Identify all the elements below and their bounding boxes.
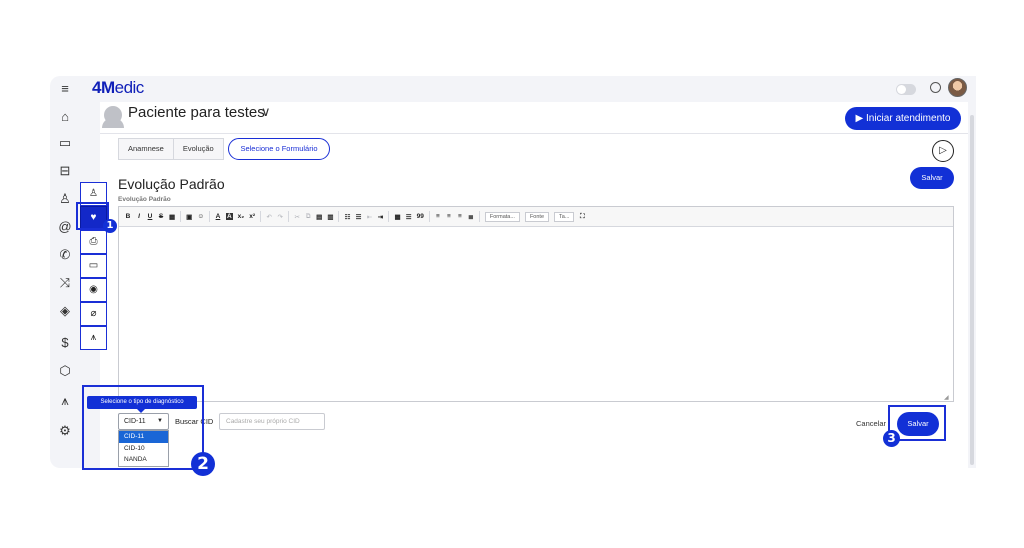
camera-icon[interactable]: ◉ [80,278,107,302]
separator [478,211,480,222]
home-icon[interactable]: ⌂ [54,106,76,128]
step-badge-1: 1 [103,219,117,233]
image-icon[interactable]: ▣ [186,213,192,221]
align-center-icon[interactable]: ≡ [446,213,452,220]
app-logo[interactable]: 4Medic [92,78,144,98]
hr-icon[interactable]: ☰ [406,213,412,221]
quote-icon[interactable]: 99 [417,213,424,220]
form-subtitle: Evolução Padrão [118,196,171,203]
cancel-button[interactable]: Cancelar [856,419,886,428]
chevron-down-icon[interactable]: ∨ [261,104,271,120]
step-badge-2: 2 [191,452,215,476]
italic-button[interactable]: I [136,213,142,220]
shuffle-icon[interactable]: ⤨ [54,272,76,294]
patient-avatar-icon [102,106,124,128]
strike-button[interactable]: S [158,213,164,220]
printer-icon[interactable]: ⎙ [80,230,107,254]
bold-button[interactable]: B [125,213,131,220]
align-left-icon[interactable]: ≡ [435,213,441,220]
folder-icon[interactable]: ▭ [80,254,107,278]
font-dropdown[interactable]: Fonte [524,211,550,222]
chart-icon[interactable]: ⩚ [54,390,76,412]
highlight-box-2 [82,385,204,470]
indent-icon[interactable]: ⇥ [377,213,383,221]
tab-evolucao[interactable]: Evolução [174,139,223,159]
emoji-icon[interactable]: ☺ [197,213,204,220]
patient-name[interactable]: Paciente para testes [128,104,265,121]
redo-icon[interactable]: ↷ [277,213,283,221]
form-title: Evolução Padrão [118,176,225,192]
numbered-list-icon[interactable]: ☰ [355,213,362,221]
cut-icon[interactable]: ✂ [294,213,300,221]
custom-cid-input[interactable]: Cadastre seu próprio CID [219,413,325,430]
subscript-button[interactable]: x₂ [238,213,245,220]
tag-icon[interactable]: ◈ [54,300,76,322]
separator [208,211,210,222]
copy-icon[interactable]: ⧉ [305,213,311,221]
users-icon[interactable]: ♙ [54,188,76,210]
separator [338,211,340,222]
box-icon[interactable]: ⬡ [54,360,76,382]
separator [428,211,430,222]
chart-icon[interactable]: ⩚ [80,326,107,350]
scrollbar-thumb[interactable] [970,115,974,465]
table-icon[interactable]: ▦ [169,213,175,221]
align-justify-icon[interactable]: ≣ [468,213,474,221]
paste-text-icon[interactable]: ▥ [327,213,333,221]
text-color-button[interactable]: A [215,213,221,220]
start-attendance-button[interactable]: ▶ Iniciar atendimento [845,107,961,130]
at-icon[interactable]: @ [54,216,76,238]
bg-color-button[interactable]: A [225,213,233,220]
calendar-icon[interactable]: ▭ [54,132,76,154]
editor-toolbar: B I U S ▦ ▣ ☺ A A x₂ x² ↶ ↷ ✂ ⧉ ▤ ▥ ☷ ☰ … [119,207,953,227]
tab-anamnese[interactable]: Anamnese [119,139,174,159]
paperclip-icon[interactable]: ⌀ [80,302,107,326]
app-bar [80,76,976,102]
resize-handle-icon[interactable]: ◢ [944,394,949,401]
logo-rest: edic [114,78,145,97]
save-top-button[interactable]: Salvar [910,167,954,189]
editor-content[interactable] [119,228,953,390]
separator [388,211,390,222]
paste-icon[interactable]: ▤ [316,213,322,221]
phone-icon[interactable]: ✆ [54,244,76,266]
menu-icon[interactable]: ≡ [54,78,76,100]
step-badge-3: 3 [883,430,900,447]
superscript-button[interactable]: x² [249,213,255,220]
bullet-list-icon[interactable]: ☷ [344,213,351,221]
dollar-icon[interactable]: $ [54,332,76,354]
main-rail: ≡ ⌂ ▭ ⊟ ♙ @ ✆ ⤨ ◈ $ ⬡ ⩚ ⚙ [50,76,80,468]
form-tabs: Anamnese Evolução [118,138,224,160]
select-form-button[interactable]: Selecione o Formulário [228,138,330,160]
table2-icon[interactable]: ▦ [394,213,400,221]
theme-toggle[interactable] [896,84,916,95]
separator [288,211,290,222]
outdent-icon[interactable]: ⇤ [366,213,372,221]
size-dropdown[interactable]: Ta... [554,211,575,222]
chat-icon[interactable] [930,82,941,93]
align-right-icon[interactable]: ≡ [457,213,463,220]
logo-bold: 4M [92,78,115,97]
sofa-icon[interactable]: ⊟ [54,160,76,182]
settings-icon[interactable]: ⚙ [54,420,76,442]
fullscreen-icon[interactable]: ⛶ [579,213,585,221]
user-avatar[interactable] [948,78,967,97]
separator [260,211,262,222]
send-icon[interactable]: ▷ [932,140,954,162]
separator [180,211,182,222]
undo-icon[interactable]: ↶ [266,213,272,221]
underline-button[interactable]: U [147,213,153,220]
format-dropdown[interactable]: Formata... [484,211,520,222]
